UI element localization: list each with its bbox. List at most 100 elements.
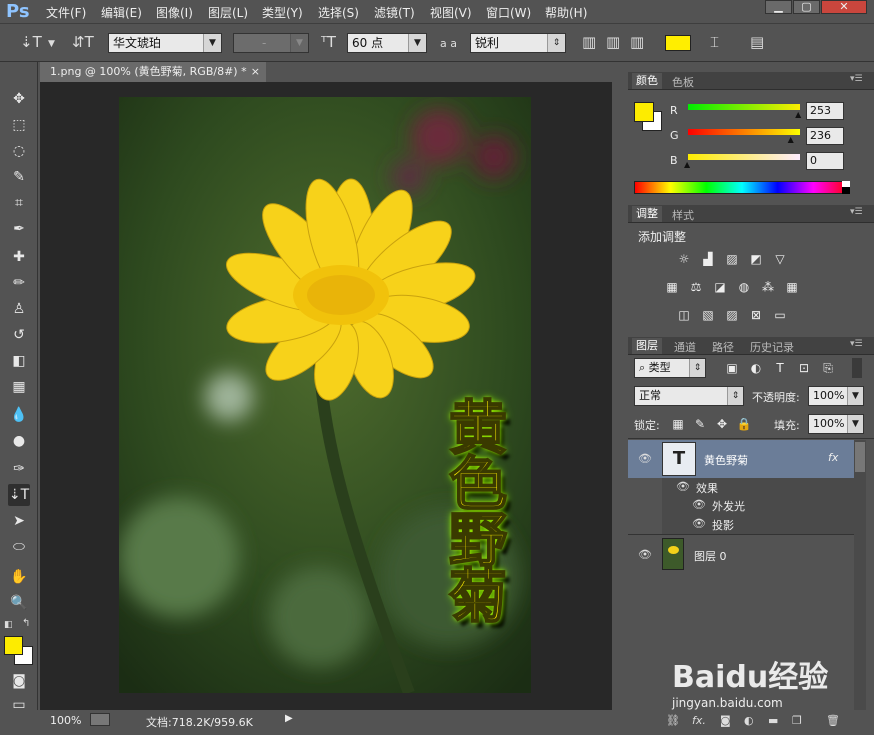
menu-file[interactable]: 文件(F) bbox=[46, 4, 86, 21]
tab-color[interactable]: 颜色 bbox=[632, 73, 662, 89]
quick-mask-icon[interactable]: ◙ bbox=[8, 670, 30, 692]
channel-b-input[interactable]: 0 bbox=[806, 152, 844, 170]
slider-g-thumb[interactable]: ▲ bbox=[788, 135, 794, 144]
panel-foreground-swatch[interactable] bbox=[634, 102, 654, 122]
preset-dropdown-arrow-icon[interactable]: ▼ bbox=[48, 37, 55, 52]
black-swatch[interactable] bbox=[842, 187, 850, 194]
antialias-select[interactable]: 锐利 ⇕ bbox=[470, 33, 566, 53]
threshold-icon[interactable]: ▨ bbox=[724, 308, 740, 322]
color-lookup-icon[interactable]: ▦ bbox=[784, 280, 800, 294]
levels-icon[interactable]: ▟ bbox=[700, 252, 716, 266]
foreground-color-swatch[interactable] bbox=[4, 636, 23, 655]
document-tab[interactable]: 1.png @ 100% (黄色野菊, RGB/8#) * × bbox=[40, 62, 266, 82]
effect-row-drop-shadow[interactable]: 👁 投影 bbox=[628, 514, 854, 534]
lasso-tool-icon[interactable]: ◌ bbox=[8, 140, 30, 162]
selective-color-icon[interactable]: ⊠ bbox=[748, 308, 764, 322]
filter-shape-icon[interactable]: ⊡ bbox=[796, 361, 812, 375]
type-tool-preset-icon[interactable]: ⇣T bbox=[20, 35, 42, 50]
fill-input[interactable]: 100% ▼ bbox=[808, 414, 864, 434]
slider-b-track[interactable] bbox=[688, 154, 800, 160]
visibility-eye-icon[interactable]: 👁 bbox=[638, 548, 652, 561]
eyedropper-tool-icon[interactable]: ✒ bbox=[8, 218, 30, 240]
stamp-tool-icon[interactable]: ♙ bbox=[8, 298, 30, 320]
panel-menu-icon[interactable]: ▾☰ bbox=[850, 74, 863, 84]
menu-help[interactable]: 帮助(H) bbox=[545, 4, 587, 21]
photo-filter-icon[interactable]: ◍ bbox=[736, 280, 752, 294]
brush-tool-icon[interactable]: ✏ bbox=[8, 272, 30, 294]
menu-layer[interactable]: 图层(L) bbox=[208, 4, 248, 21]
font-family-select[interactable]: 华文琥珀 ▼ bbox=[108, 33, 222, 53]
color-spectrum-ramp[interactable] bbox=[634, 181, 850, 194]
document-canvas[interactable]: 黄色野菊 bbox=[119, 97, 531, 693]
eraser-tool-icon[interactable]: ◧ bbox=[8, 350, 30, 372]
history-brush-icon[interactable]: ↺ bbox=[8, 324, 30, 346]
filter-adjustment-icon[interactable]: ◐ bbox=[748, 361, 764, 375]
vibrance-icon[interactable]: ▽ bbox=[772, 252, 788, 266]
posterize-icon[interactable]: ▧ bbox=[700, 308, 716, 322]
gradient-map-icon[interactable]: ▭ bbox=[772, 308, 788, 322]
effects-row[interactable]: 👁 效果 bbox=[628, 478, 854, 496]
default-colors-icon[interactable]: ◧ bbox=[4, 620, 13, 630]
vertical-text-layer[interactable]: 黄色野菊 bbox=[435, 396, 508, 687]
healing-brush-icon[interactable]: ✚ bbox=[8, 246, 30, 268]
blend-mode-select[interactable]: 正常 ⇕ bbox=[634, 386, 744, 406]
screen-mode-icon[interactable]: ▭ bbox=[8, 694, 30, 716]
layer-row-image[interactable]: 👁 图层 0 bbox=[628, 536, 854, 574]
visibility-eye-icon[interactable]: 👁 bbox=[638, 452, 652, 465]
character-panel-icon[interactable]: ▤ bbox=[750, 35, 764, 50]
dodge-tool-icon[interactable]: ● bbox=[8, 430, 30, 452]
quick-select-tool-icon[interactable]: ✎ bbox=[8, 166, 30, 188]
panel-menu-icon[interactable]: ▾☰ bbox=[850, 207, 863, 217]
crop-tool-icon[interactable]: ⌗ bbox=[8, 192, 30, 214]
tab-channels[interactable]: 通道 bbox=[674, 339, 696, 355]
slider-r-track[interactable] bbox=[688, 104, 800, 110]
menu-filter[interactable]: 滤镜(T) bbox=[374, 4, 415, 21]
filter-smart-object-icon[interactable]: ⎘ bbox=[820, 361, 836, 375]
black-white-icon[interactable]: ◪ bbox=[712, 280, 728, 294]
align-center-icon[interactable]: ▥ bbox=[606, 35, 620, 50]
tab-adjustments[interactable]: 调整 bbox=[632, 206, 662, 222]
lock-transparent-icon[interactable]: ▦ bbox=[670, 417, 686, 431]
menu-window[interactable]: 窗口(W) bbox=[486, 4, 531, 21]
align-bottom-icon[interactable]: ▥ bbox=[630, 35, 644, 50]
layer-name[interactable]: 图层 0 bbox=[694, 548, 727, 564]
blur-tool-icon[interactable]: 💧 bbox=[8, 404, 30, 426]
warp-text-icon[interactable]: ⌶ bbox=[710, 35, 719, 50]
tab-close-button[interactable]: × bbox=[251, 62, 260, 82]
toggle-orientation-icon[interactable]: ⇵T bbox=[72, 35, 94, 50]
align-top-icon[interactable]: ▥ bbox=[582, 35, 596, 50]
type-tool-icon[interactable]: ⇣T bbox=[8, 484, 30, 506]
path-select-tool-icon[interactable]: ➤ bbox=[8, 510, 30, 532]
layer-name[interactable]: 黄色野菊 bbox=[704, 452, 748, 468]
channel-r-input[interactable]: 253 bbox=[806, 102, 844, 120]
scrollbar-thumb[interactable] bbox=[855, 442, 865, 472]
zoom-level[interactable]: 100% bbox=[50, 714, 81, 727]
menu-edit[interactable]: 编辑(E) bbox=[101, 4, 142, 21]
lock-image-icon[interactable]: ✎ bbox=[692, 417, 708, 431]
slider-r-thumb[interactable]: ▲ bbox=[795, 110, 801, 119]
panel-menu-icon[interactable]: ▾☰ bbox=[850, 339, 863, 349]
layer-fx-badge[interactable]: fx bbox=[828, 451, 838, 464]
tab-paths[interactable]: 路径 bbox=[712, 339, 734, 355]
tab-styles[interactable]: 样式 bbox=[672, 207, 694, 223]
opacity-input[interactable]: 100% ▼ bbox=[808, 386, 864, 406]
menu-select[interactable]: 选择(S) bbox=[318, 4, 359, 21]
visibility-eye-icon[interactable]: 👁 bbox=[692, 517, 706, 530]
layer-filter-select[interactable]: ⌕ 类型 ⇕ bbox=[634, 358, 706, 378]
gradient-tool-icon[interactable]: ▦ bbox=[8, 376, 30, 398]
exposure-icon[interactable]: ◩ bbox=[748, 252, 764, 266]
text-color-swatch[interactable] bbox=[665, 35, 691, 51]
pen-tool-icon[interactable]: ✑ bbox=[8, 458, 30, 480]
menu-view[interactable]: 视图(V) bbox=[430, 4, 472, 21]
restore-button[interactable]: ▢ bbox=[793, 0, 820, 14]
close-button[interactable]: ✕ bbox=[821, 0, 867, 14]
brightness-contrast-icon[interactable]: ☼ bbox=[676, 252, 692, 266]
swap-colors-icon[interactable]: ↰ bbox=[22, 618, 30, 629]
color-balance-icon[interactable]: ⚖ bbox=[688, 280, 704, 294]
effect-row-outer-glow[interactable]: 👁 外发光 bbox=[628, 496, 854, 514]
hand-tool-icon[interactable]: ✋ bbox=[8, 566, 30, 588]
minimize-button[interactable]: ▁ bbox=[765, 0, 792, 14]
font-size-select[interactable]: 60 点 ▼ bbox=[347, 33, 427, 53]
channel-mixer-icon[interactable]: ⁂ bbox=[760, 280, 776, 294]
move-tool-icon[interactable]: ✥ bbox=[8, 88, 30, 110]
